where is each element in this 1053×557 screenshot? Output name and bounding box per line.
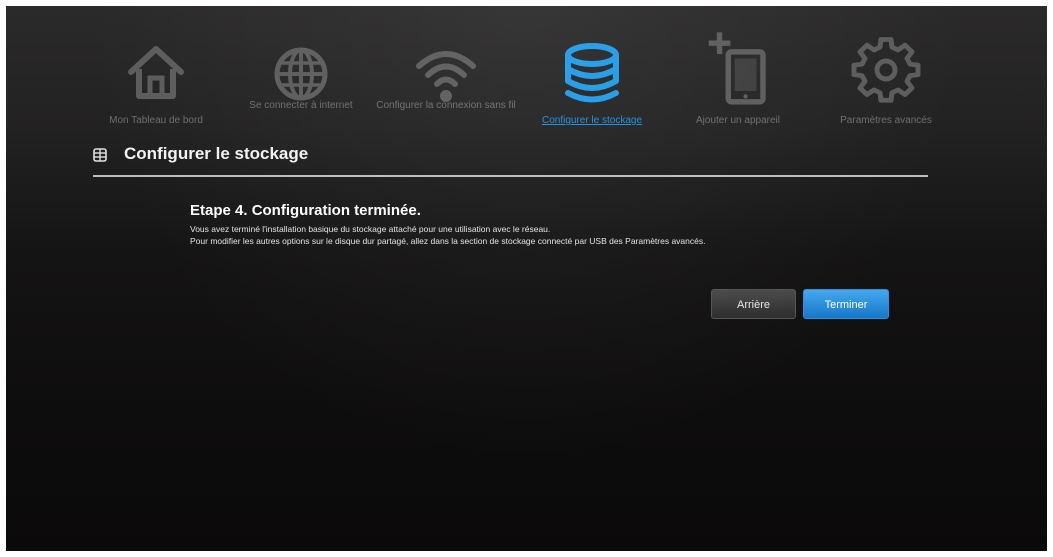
nav-item-wifi[interactable]: Configurer la connexion sans fil bbox=[376, 20, 516, 132]
home-icon bbox=[128, 46, 184, 99]
nav-item-internet[interactable]: Se connecter à internet bbox=[231, 20, 371, 132]
nav-label-internet: Se connecter à internet bbox=[249, 100, 353, 111]
nav-item-advanced[interactable]: Paramètres avancés bbox=[816, 20, 956, 132]
nav-label-advanced: Paramètres avancés bbox=[840, 115, 932, 126]
divider bbox=[93, 175, 928, 177]
wifi-icon bbox=[416, 51, 476, 102]
add-device-icon bbox=[708, 32, 766, 105]
description-line-1: Vous avez terminé l'installation basique… bbox=[190, 224, 551, 234]
storage-icon bbox=[565, 43, 619, 103]
nav-item-add-device[interactable]: Ajouter un appareil bbox=[668, 20, 808, 132]
main-nav: Mon Tableau de bord Se connecter à inter… bbox=[86, 20, 966, 132]
nav-item-storage[interactable]: Configurer le stockage bbox=[522, 20, 662, 132]
finish-button[interactable]: Terminer bbox=[803, 289, 889, 319]
description-line-2: Pour modifier les autres options sur le … bbox=[190, 236, 706, 246]
grid-icon bbox=[93, 148, 107, 162]
gear-icon bbox=[851, 37, 921, 103]
globe-icon bbox=[274, 47, 328, 101]
nav-item-dashboard[interactable]: Mon Tableau de bord bbox=[86, 20, 226, 132]
nav-label-dashboard: Mon Tableau de bord bbox=[109, 115, 203, 126]
nav-label-wifi: Configurer la connexion sans fil bbox=[376, 100, 516, 111]
nav-label-storage: Configurer le stockage bbox=[541, 115, 643, 126]
back-button[interactable]: Arrière bbox=[711, 289, 796, 319]
step-title: Etape 4. Configuration terminée. bbox=[190, 202, 421, 219]
page-title: Configurer le stockage bbox=[124, 144, 309, 163]
nav-label-add-device: Ajouter un appareil bbox=[696, 115, 780, 126]
app-window: Mon Tableau de bord Se connecter à inter… bbox=[6, 6, 1047, 551]
